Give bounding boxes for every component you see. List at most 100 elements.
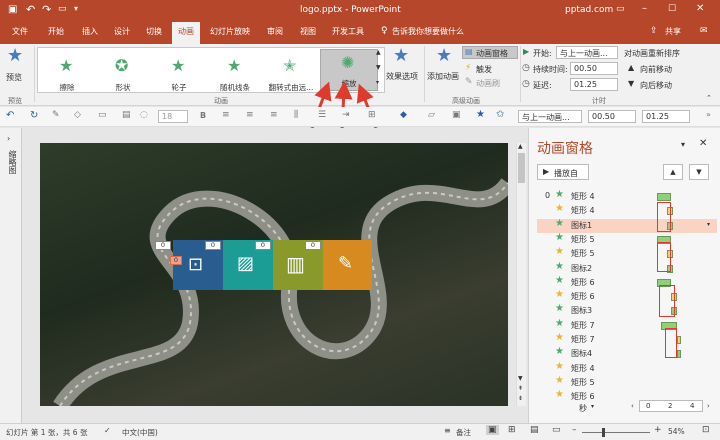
timeline-bar[interactable] — [657, 193, 671, 201]
indent-icon[interactable]: ⇥ — [342, 110, 350, 120]
tab-file[interactable]: 文件 — [12, 26, 28, 37]
add-animation-button[interactable]: 添加动画 — [427, 71, 459, 82]
anim-brush-button[interactable]: 动画刷 — [476, 78, 500, 89]
pane-close-icon[interactable]: ✕ — [699, 138, 707, 149]
animation-item[interactable]: ★ 矩形 7 — [537, 332, 717, 347]
redo-icon[interactable]: ↷ — [42, 3, 51, 16]
move-down-button[interactable]: ▼ — [689, 164, 709, 180]
shape-icon[interactable]: ◇ — [74, 110, 81, 120]
anim-pane-button[interactable]: ▤ 动画窗格 — [462, 46, 518, 59]
language-label[interactable]: 中文(中国) — [122, 427, 158, 438]
comment-icon[interactable]: ✉ — [700, 26, 708, 36]
delay-input[interactable]: 01.25 — [570, 78, 618, 91]
align-left-icon[interactable]: ≡ — [222, 110, 230, 120]
animation-item[interactable]: ★ 矩形 5 — [537, 246, 717, 261]
bullets-icon[interactable]: ☰ — [318, 110, 326, 120]
tell-me-box[interactable]: 告诉我你想要做什么 — [392, 26, 464, 37]
reading-view-icon[interactable]: ▤ — [530, 425, 539, 435]
paint-icon[interactable]: ◌ — [140, 110, 148, 120]
zoom-out-icon[interactable]: – — [572, 425, 577, 435]
start-select[interactable]: 与上一动画... — [556, 46, 618, 59]
zoom-level[interactable]: 54% — [668, 427, 685, 436]
zoom-in-icon[interactable]: + — [654, 425, 662, 435]
zoom-thumb[interactable] — [602, 428, 605, 437]
effect-random-bars[interactable]: ★ 随机线条 — [206, 52, 264, 96]
effect-shape[interactable]: ✪ 形状 — [94, 52, 152, 96]
preview-star-icon[interactable]: ★ — [7, 47, 23, 65]
tab-home[interactable]: 开始 — [48, 26, 64, 37]
slideshow-view-icon[interactable]: ▭ — [552, 425, 561, 435]
anim-tag[interactable]: 0 — [305, 241, 321, 250]
effect-options-icon[interactable]: ★ — [393, 47, 409, 65]
animation-item[interactable]: 0 ★ 矩形 4 — [537, 189, 717, 204]
tab-developer[interactable]: 开发工具 — [332, 26, 364, 37]
animation-item[interactable]: ★ 图标1 ▾ — [537, 218, 717, 233]
prev-slide-icon[interactable]: ⇞ — [518, 385, 523, 392]
fit-slide-icon[interactable]: ⊡ — [702, 425, 710, 435]
close-icon[interactable]: ✕ — [696, 3, 704, 14]
spellcheck-icon[interactable]: ✓ — [104, 426, 111, 435]
maximize-icon[interactable]: ☐ — [668, 4, 676, 14]
animation-item[interactable]: ★ 图标3 — [537, 303, 717, 318]
scroll-down-icon[interactable]: ▼ — [518, 375, 523, 382]
delay-input-small[interactable]: 01.25 — [642, 110, 690, 123]
animation-item[interactable]: ★ 矩形 5 — [537, 375, 717, 390]
scroll-up-icon[interactable]: ▲ — [518, 143, 523, 150]
tab-transitions[interactable]: 切换 — [146, 26, 162, 37]
move-up-button[interactable]: ▲ — [663, 164, 683, 180]
zoom-slider[interactable] — [582, 428, 650, 437]
item-dropdown-icon[interactable]: ▾ — [707, 221, 710, 228]
timeline-bar[interactable] — [677, 336, 681, 344]
arrange-icon[interactable]: ▤ — [122, 110, 131, 120]
animation-item[interactable]: ★ 矩形 4 — [537, 361, 717, 376]
effect-wipe[interactable]: ★ 擦除 — [38, 52, 96, 96]
gallery-scroll-down-icon[interactable]: ▼ — [376, 64, 381, 71]
duration-input[interactable]: 00.50 — [570, 62, 618, 75]
align-center-icon[interactable]: ≡ — [246, 110, 254, 120]
move-later-button[interactable]: 向后移动 — [640, 80, 672, 91]
textbox-icon[interactable]: ▭ — [98, 110, 107, 120]
duration-input-small[interactable]: 00.50 — [588, 110, 636, 123]
animation-item[interactable]: ★ 矩形 6 — [537, 275, 717, 290]
play-from-button[interactable]: ▶ 播放自 — [537, 164, 589, 180]
tab-design[interactable]: 设计 — [114, 26, 130, 37]
tab-review[interactable]: 审阅 — [267, 26, 283, 37]
start-select-small[interactable]: 与上一动画... — [518, 110, 582, 123]
anim-tag[interactable]: 0 — [255, 241, 271, 250]
anim-add-small-icon[interactable]: ✩ — [496, 109, 504, 120]
preview-button[interactable]: 预览 — [6, 72, 22, 83]
ruler-prev-icon[interactable]: ‹ — [631, 402, 634, 410]
tile-tools[interactable]: ✎ — [323, 240, 372, 290]
animation-item[interactable]: ★ 矩形 6 — [537, 289, 717, 304]
undo-small-icon[interactable]: ↶ — [6, 110, 14, 121]
animation-item[interactable]: ★ 矩形 4 — [537, 203, 717, 218]
format-painter-icon[interactable]: ✎ — [52, 110, 60, 120]
shape-outline-icon[interactable]: ▱ — [428, 110, 435, 120]
collapse-ribbon-icon[interactable]: ⌃ — [706, 94, 712, 102]
timeline-ruler[interactable]: 0 2 4 — [639, 400, 703, 412]
quick-access-more-icon[interactable]: ▾ — [74, 4, 78, 13]
ribbon-display-icon[interactable]: ▭ — [616, 4, 625, 14]
shape-fill-icon[interactable]: ◆ — [400, 110, 407, 120]
animation-item[interactable]: ★ 图标4 — [537, 346, 717, 361]
sorter-view-icon[interactable]: ⊞ — [508, 425, 516, 435]
expand-thumbnails-icon[interactable]: › — [7, 134, 10, 143]
anim-tag[interactable]: 0 — [205, 241, 221, 250]
move-earlier-button[interactable]: 向前移动 — [640, 64, 672, 75]
distribute-icon[interactable]: ⫼ — [294, 110, 298, 120]
minimize-icon[interactable]: – — [642, 3, 647, 14]
animation-item[interactable]: ★ 图标2 — [537, 261, 717, 276]
thumbnail-pane[interactable]: › 缩略图 — [0, 128, 22, 423]
gallery-scroll-up-icon[interactable]: ▲ — [376, 49, 381, 56]
share-button[interactable]: 共享 — [665, 26, 681, 37]
save-icon[interactable]: ▣ — [8, 4, 17, 15]
font-size-box[interactable]: 18 — [158, 110, 188, 123]
tab-animations[interactable]: 动画 — [172, 22, 200, 44]
normal-view-icon[interactable]: ▣ — [486, 425, 499, 435]
present-icon[interactable]: ▭ — [58, 4, 67, 14]
redo-small-icon[interactable]: ↻ — [30, 110, 38, 121]
animation-item[interactable]: ★ 矩形 7 — [537, 318, 717, 333]
notes-button[interactable]: 备注 — [456, 427, 471, 438]
undo-icon[interactable]: ↶ — [26, 3, 35, 16]
effect-wheel[interactable]: ★ 轮子 — [150, 52, 208, 96]
